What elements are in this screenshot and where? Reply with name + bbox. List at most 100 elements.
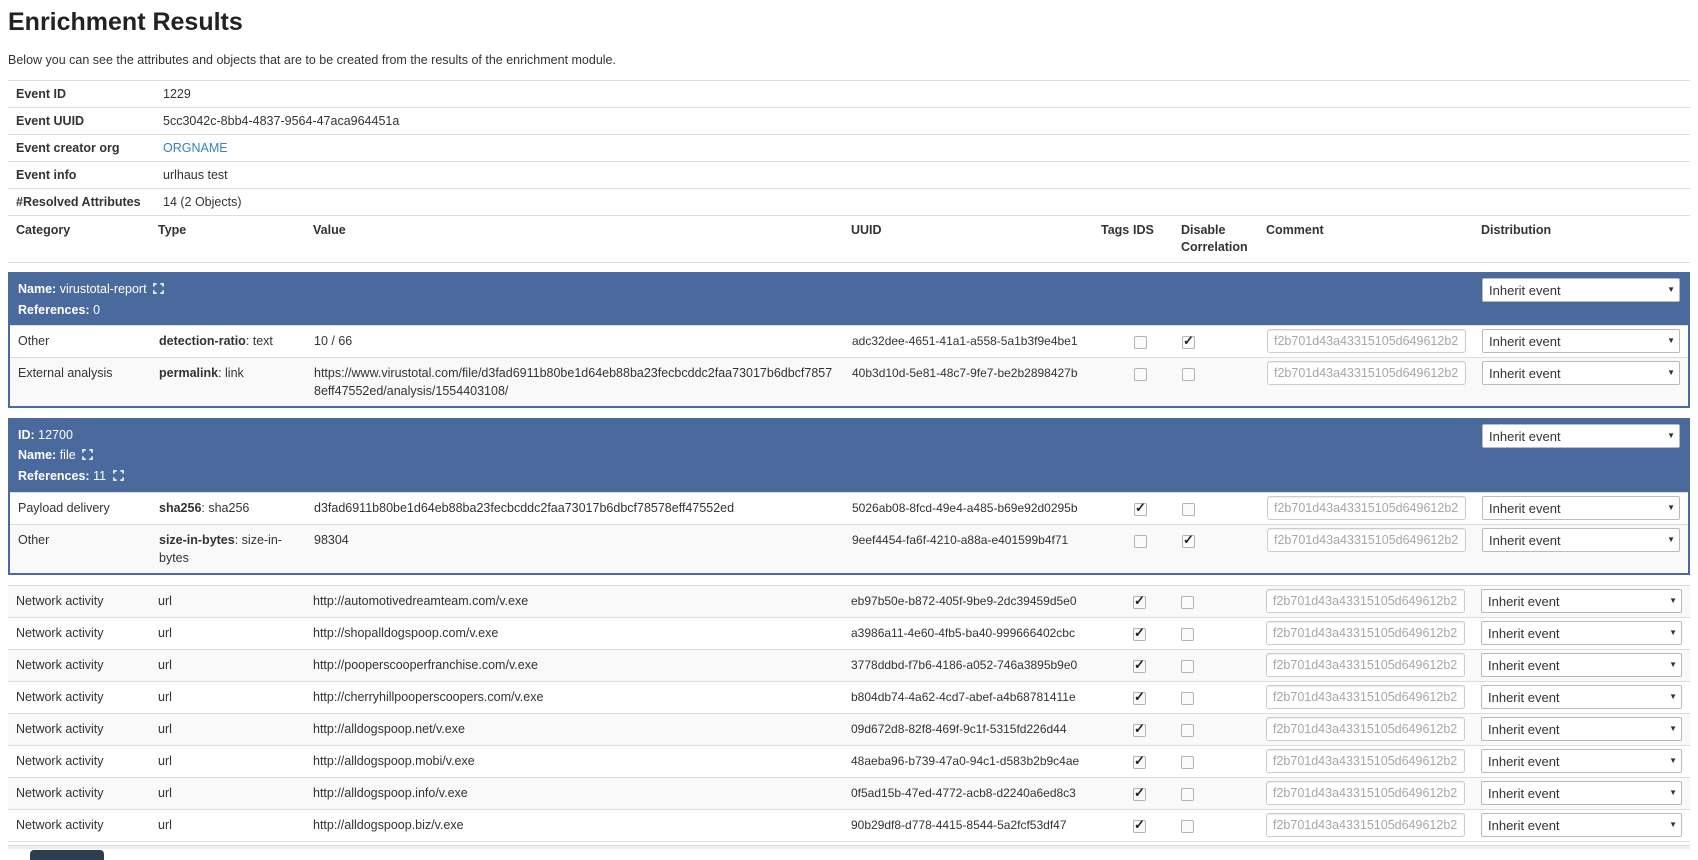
comment-input[interactable] — [1266, 717, 1465, 741]
distribution-select[interactable]: Inherit event — [1482, 496, 1680, 520]
attribute-row: Network activity url http://alldogspoop.… — [8, 746, 1690, 778]
disable-correlation-checkbox[interactable] — [1181, 756, 1194, 769]
disable-correlation-checkbox[interactable] — [1182, 368, 1195, 381]
disable-correlation-checkbox[interactable] — [1181, 724, 1194, 737]
ids-checkbox[interactable] — [1133, 692, 1146, 705]
comment-input[interactable] — [1267, 329, 1466, 353]
comment-input[interactable] — [1267, 528, 1466, 552]
disable-correlation-checkbox[interactable] — [1181, 596, 1194, 609]
attribute-category: Network activity — [8, 778, 150, 810]
col-uuid: UUID — [843, 216, 1093, 263]
object-header-row: Name: virustotal-report References: 0 In… — [9, 273, 1689, 326]
attribute-uuid: 90b29df8-d778-4415-8544-5a2fcf53df47 — [843, 810, 1093, 842]
object-distribution-select[interactable]: Inherit event — [1482, 424, 1680, 448]
expand-references-icon[interactable] — [113, 467, 124, 487]
distribution-cell: Inherit event▼ — [1474, 525, 1689, 575]
object-block: ID: 12700 Name: file References: 11 Inhe… — [8, 418, 1690, 575]
object-references-line: References: 0 — [18, 300, 1466, 320]
ids-checkbox[interactable] — [1133, 628, 1146, 641]
comment-cell — [1258, 778, 1473, 810]
distribution-select[interactable]: Inherit event — [1482, 528, 1680, 552]
page-title: Enrichment Results — [8, 8, 1690, 37]
distribution-cell: Inherit event▼ — [1474, 493, 1689, 525]
attribute-value: http://alldogspoop.info/v.exe — [305, 778, 843, 810]
attribute-row: Network activity url http://alldogspoop.… — [8, 714, 1690, 746]
ids-checkbox[interactable] — [1133, 820, 1146, 833]
object-distribution-select[interactable]: Inherit event — [1482, 278, 1680, 302]
event-meta-row: Event info urlhaus test — [8, 162, 1690, 189]
disable-correlation-checkbox[interactable] — [1182, 503, 1195, 516]
attribute-category: Other — [9, 525, 151, 575]
ids-checkbox[interactable] — [1133, 596, 1146, 609]
attribute-category: Network activity — [8, 810, 150, 842]
comment-input[interactable] — [1266, 749, 1465, 773]
comment-input[interactable] — [1266, 653, 1465, 677]
ids-cell — [1125, 586, 1173, 618]
ids-checkbox[interactable] — [1133, 756, 1146, 769]
comment-input[interactable] — [1266, 813, 1465, 837]
disable-correlation-checkbox[interactable] — [1181, 820, 1194, 833]
attribute-uuid: 5026ab08-8fcd-49e4-a485-b69e92d0295b — [844, 493, 1094, 525]
ids-cell — [1125, 650, 1173, 682]
distribution-select[interactable]: Inherit event — [1481, 781, 1682, 805]
distribution-select[interactable]: Inherit event — [1481, 749, 1682, 773]
distribution-select[interactable]: Inherit event — [1482, 361, 1680, 385]
standalone-attributes-table: Network activity url http://automotivedr… — [8, 585, 1690, 842]
distribution-select[interactable]: Inherit event — [1481, 589, 1682, 613]
comment-input[interactable] — [1266, 685, 1465, 709]
disable-correlation-cell — [1173, 810, 1258, 842]
distribution-cell: Inherit event▼ — [1473, 586, 1690, 618]
ids-checkbox[interactable] — [1134, 336, 1147, 349]
object-name-line: Name: virustotal-report — [18, 279, 1466, 300]
disable-correlation-checkbox[interactable] — [1181, 660, 1194, 673]
disable-correlation-checkbox[interactable] — [1182, 336, 1195, 349]
submit-button-partial[interactable] — [30, 850, 104, 860]
distribution-select[interactable]: Inherit event — [1481, 653, 1682, 677]
object-id-line: ID: 12700 — [18, 425, 1466, 445]
expand-object-icon[interactable] — [153, 280, 164, 300]
object-header-info: ID: 12700 Name: file References: 11 — [9, 419, 1474, 493]
event-creator-org-link[interactable]: ORGNAME — [163, 141, 228, 155]
comment-input[interactable] — [1266, 621, 1465, 645]
distribution-select[interactable]: Inherit event — [1482, 329, 1680, 353]
disable-correlation-cell — [1173, 746, 1258, 778]
meta-label: Event UUID — [8, 108, 155, 135]
disable-correlation-checkbox[interactable] — [1181, 788, 1194, 801]
comment-input[interactable] — [1266, 781, 1465, 805]
attribute-uuid: eb97b50e-b872-405f-9be9-2dc39459d5e0 — [843, 586, 1093, 618]
expand-object-icon[interactable] — [82, 446, 93, 466]
comment-input[interactable] — [1267, 361, 1466, 385]
ids-checkbox[interactable] — [1133, 724, 1146, 737]
comment-input[interactable] — [1266, 589, 1465, 613]
disable-correlation-checkbox[interactable] — [1181, 628, 1194, 641]
distribution-select[interactable]: Inherit event — [1481, 621, 1682, 645]
attribute-row: Other detection-ratio: text 10 / 66 adc3… — [9, 326, 1689, 358]
disable-correlation-cell — [1173, 586, 1258, 618]
ids-checkbox[interactable] — [1134, 503, 1147, 516]
fold-divider — [8, 845, 1690, 849]
ids-checkbox[interactable] — [1133, 788, 1146, 801]
distribution-select[interactable]: Inherit event — [1481, 685, 1682, 709]
disable-correlation-checkbox[interactable] — [1182, 535, 1195, 548]
meta-value: 14 (2 Objects) — [155, 189, 1690, 216]
ids-checkbox[interactable] — [1134, 368, 1147, 381]
ids-cell — [1126, 525, 1174, 575]
ids-checkbox[interactable] — [1133, 660, 1146, 673]
attribute-value: http://pooperscooperfranchise.com/v.exe — [305, 650, 843, 682]
ids-cell — [1125, 714, 1173, 746]
comment-input[interactable] — [1267, 496, 1466, 520]
object-block: Name: virustotal-report References: 0 In… — [8, 272, 1690, 408]
meta-value: 1229 — [155, 81, 1690, 108]
distribution-select[interactable]: Inherit event — [1481, 813, 1682, 837]
ids-cell — [1125, 746, 1173, 778]
attribute-columns-header: Category Type Value UUID Tags IDS Disabl… — [8, 215, 1690, 263]
distribution-select[interactable]: Inherit event — [1481, 717, 1682, 741]
attribute-category: Payload delivery — [9, 493, 151, 525]
disable-correlation-checkbox[interactable] — [1181, 692, 1194, 705]
col-disable-correlation: Disable Correlation — [1173, 216, 1258, 263]
attribute-category: Network activity — [8, 714, 150, 746]
ids-checkbox[interactable] — [1134, 535, 1147, 548]
attribute-uuid: 48aeba96-b739-47a0-94c1-d583b2b9c4ae — [843, 746, 1093, 778]
distribution-cell: Inherit event▼ — [1473, 714, 1690, 746]
col-type: Type — [150, 216, 305, 263]
